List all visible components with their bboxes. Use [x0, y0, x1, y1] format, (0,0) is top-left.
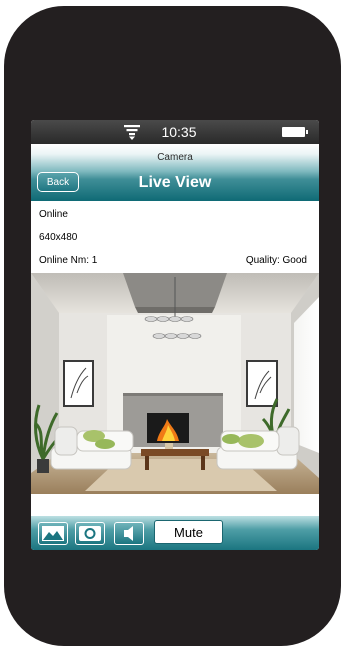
speaker-icon: [124, 526, 133, 541]
status-time: 10:35: [161, 124, 197, 140]
quality-label: Quality: Good: [245, 255, 307, 266]
nav-subtitle: Camera: [157, 152, 193, 163]
battery-icon: [282, 127, 308, 137]
gallery-button[interactable]: [38, 522, 68, 545]
camera-info-panel: Online 640x480 Online Nm: 1 Quality: Goo…: [31, 201, 319, 273]
page-title: Live View: [138, 174, 212, 191]
spacer-bar: [31, 494, 319, 516]
status-bar: 10:35: [31, 120, 319, 144]
gallery-icon: [42, 526, 64, 541]
speaker-button[interactable]: [114, 522, 144, 545]
online-status: Online: [39, 209, 68, 220]
resolution-label: 640x480: [39, 232, 78, 243]
mute-button[interactable]: Mute: [154, 520, 223, 544]
snapshot-button[interactable]: [75, 522, 105, 545]
living-room-image: [31, 273, 319, 494]
navigation-bar: Camera Back Live View: [31, 144, 319, 201]
camera-live-feed: [31, 273, 319, 494]
app-screen: 10:35 Camera Back Live View Online 640x4…: [31, 120, 319, 550]
online-number: Online Nm: 1: [39, 255, 98, 266]
snapshot-icon: [79, 526, 101, 541]
bottom-toolbar: Mute: [31, 516, 319, 550]
